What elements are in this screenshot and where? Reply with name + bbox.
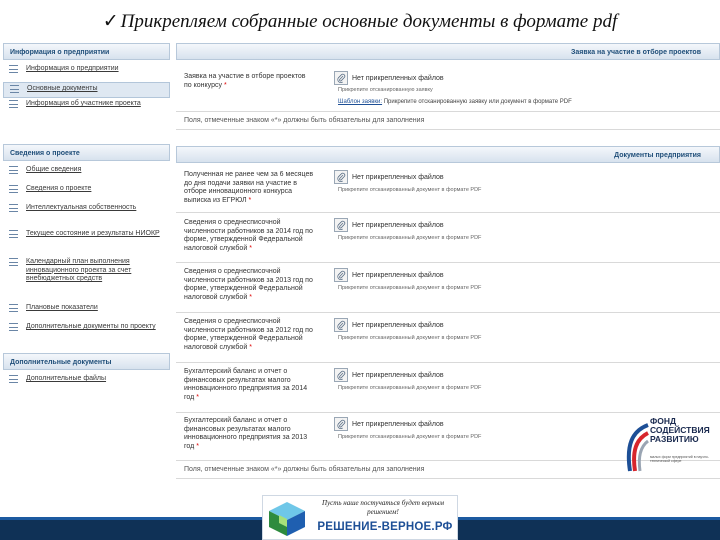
paperclip-icon[interactable] [334, 368, 348, 382]
no-files-text: Нет прикрепленных файлов [352, 371, 444, 379]
slide-title-text: Прикрепляем собранные основные документы… [120, 11, 618, 32]
paperclip-icon[interactable] [334, 268, 348, 282]
attach-hint: Прикрепите отсканированный документ в фо… [338, 434, 482, 440]
sidebar-item-rnd-status[interactable]: Текущее состояние и результаты НИОКР [3, 228, 170, 256]
screenshot-area: Информация о предприятии Информация о пр… [3, 43, 720, 488]
list-icon [10, 85, 19, 93]
required-note: Поля, отмеченные знаком «*» должны быть … [176, 112, 720, 130]
field-label: Сведения о среднесписочной численности р… [184, 268, 313, 301]
field-label: Сведения о среднесписочной численности р… [184, 318, 313, 351]
list-icon [9, 65, 18, 73]
template-line: Шаблон заявки: Прикрепите отсканированну… [338, 99, 572, 105]
paperclip-icon[interactable] [334, 417, 348, 431]
field-label: Бухгалтерский баланс и отчет о финансовы… [184, 368, 308, 401]
sidebar-item-company-info[interactable]: Информация о предприятии [3, 63, 170, 82]
sidebar-section-project: Сведения о проекте Общие сведения Сведен… [3, 144, 170, 349]
attach-control: Нет прикрепленных файлов [334, 368, 444, 382]
sidebar-section-title: Сведения о проекте [3, 144, 170, 161]
field-label: Полученная не ранее чем за 6 месяцев до … [184, 171, 314, 204]
document-row: Сведения о среднесписочной численности р… [176, 213, 720, 263]
list-icon [9, 204, 18, 212]
attach-control: Нет прикрепленных файлов [334, 318, 444, 332]
application-row: Заявка на участие в отборе проектов по к… [176, 60, 720, 112]
list-icon [9, 375, 18, 383]
sidebar-item-project-additional-docs[interactable]: Дополнительные документы по проекту [3, 321, 170, 343]
logo-text: ФОНД СОДЕЙСТВИЯ РАЗВИТИЮ [650, 416, 710, 444]
list-icon [9, 230, 18, 238]
logo-subtext: малых форм предприятий в научно-техничес… [650, 455, 710, 463]
document-row: Сведения о среднесписочной численности р… [176, 313, 720, 363]
paperclip-icon[interactable] [334, 170, 348, 184]
template-link[interactable]: Шаблон заявки: [338, 99, 382, 105]
sidebar-item-intellectual-property[interactable]: Интеллектуальная собственность [3, 202, 170, 228]
template-text: Прикрепите отсканированную заявку или до… [383, 99, 572, 105]
no-files-text: Нет прикрепленных файлов [352, 271, 444, 279]
sidebar-section-additional: Дополнительные документы Дополнительные … [3, 353, 170, 395]
sidebar-item-calendar-plan[interactable]: Календарный план выполнения инновационно… [3, 256, 170, 302]
no-files-text: Нет прикрепленных файлов [352, 420, 444, 428]
fund-logo: ФОНД СОДЕЙСТВИЯ РАЗВИТИЮ малых форм пред… [622, 415, 717, 485]
footer-site[interactable]: РЕШЕНИЕ-ВЕРНОЕ.РФ [313, 521, 457, 533]
list-icon [9, 166, 18, 174]
sidebar: Информация о предприятии Информация о пр… [3, 43, 170, 433]
field-label: Сведения о среднесписочной численности р… [184, 219, 313, 252]
sidebar-item-main-documents[interactable]: Основные документы [3, 82, 170, 98]
list-icon [9, 258, 18, 266]
attach-hint: Прикрепите отсканированный документ в фо… [338, 187, 482, 193]
attach-hint: Прикрепите отсканированный документ в фо… [338, 385, 482, 391]
attach-hint: Прикрепите отсканированную заявку [338, 87, 433, 93]
field-label: Заявка на участие в отборе проектов по к… [184, 73, 306, 89]
document-row: Сведения о среднесписочной численности р… [176, 263, 720, 313]
checkmark-icon: ✓ [102, 11, 119, 32]
list-icon [9, 304, 18, 312]
paperclip-icon[interactable] [334, 318, 348, 332]
sidebar-item-planned-indicators[interactable]: Плановые показатели [3, 302, 170, 321]
cube-logo-icon [269, 502, 305, 536]
main-panel: Заявка на участие в отборе проектов Заяв… [176, 43, 720, 479]
sidebar-item-participant-info[interactable]: Информация об участнике проекта [3, 98, 170, 126]
no-files-text: Нет прикрепленных файлов [352, 173, 444, 181]
section-header-application: Заявка на участие в отборе проектов [176, 43, 720, 60]
list-icon [9, 323, 18, 331]
footer: Пусть наше постучаться будет верным реше… [0, 495, 720, 540]
brand-block: Пусть наше постучаться будет верным реше… [262, 495, 458, 540]
slide-title: ✓ Прикрепляем собранные основные документ… [0, 10, 720, 33]
attach-hint: Прикрепите отсканированный документ в фо… [338, 335, 482, 341]
field-label: Бухгалтерский баланс и отчет о финансовы… [184, 417, 308, 450]
attach-hint: Прикрепите отсканированный документ в фо… [338, 285, 482, 291]
attach-hint: Прикрепите отсканированный документ в фо… [338, 235, 482, 241]
sidebar-section-title: Дополнительные документы [3, 353, 170, 370]
attach-control: Нет прикрепленных файлов [334, 71, 444, 85]
sidebar-section-company: Информация о предприятии Информация о пр… [3, 43, 170, 132]
no-files-text: Нет прикрепленных файлов [352, 221, 444, 229]
attach-control: Нет прикрепленных файлов [334, 170, 444, 184]
document-row: Полученная не ранее чем за 6 месяцев до … [176, 163, 720, 213]
footer-slogan: Пусть наше постучаться будет верным реше… [322, 499, 444, 516]
paperclip-icon[interactable] [334, 71, 348, 85]
attach-control: Нет прикрепленных файлов [334, 268, 444, 282]
sidebar-item-additional-files[interactable]: Дополнительные файлы [3, 373, 170, 389]
paperclip-icon[interactable] [334, 218, 348, 232]
document-row: Бухгалтерский баланс и отчет о финансовы… [176, 363, 720, 413]
list-icon [9, 100, 18, 108]
attach-control: Нет прикрепленных файлов [334, 218, 444, 232]
logo-swoosh-icon [626, 423, 650, 472]
sidebar-section-title: Информация о предприятии [3, 43, 170, 60]
sidebar-item-general-info[interactable]: Общие сведения [3, 164, 170, 183]
attach-control: Нет прикрепленных файлов [334, 417, 444, 431]
sidebar-item-project-info[interactable]: Сведения о проекте [3, 183, 170, 202]
no-files-text: Нет прикрепленных файлов [352, 74, 444, 82]
no-files-text: Нет прикрепленных файлов [352, 321, 444, 329]
section-header-documents: Документы предприятия [176, 146, 720, 163]
list-icon [9, 185, 18, 193]
